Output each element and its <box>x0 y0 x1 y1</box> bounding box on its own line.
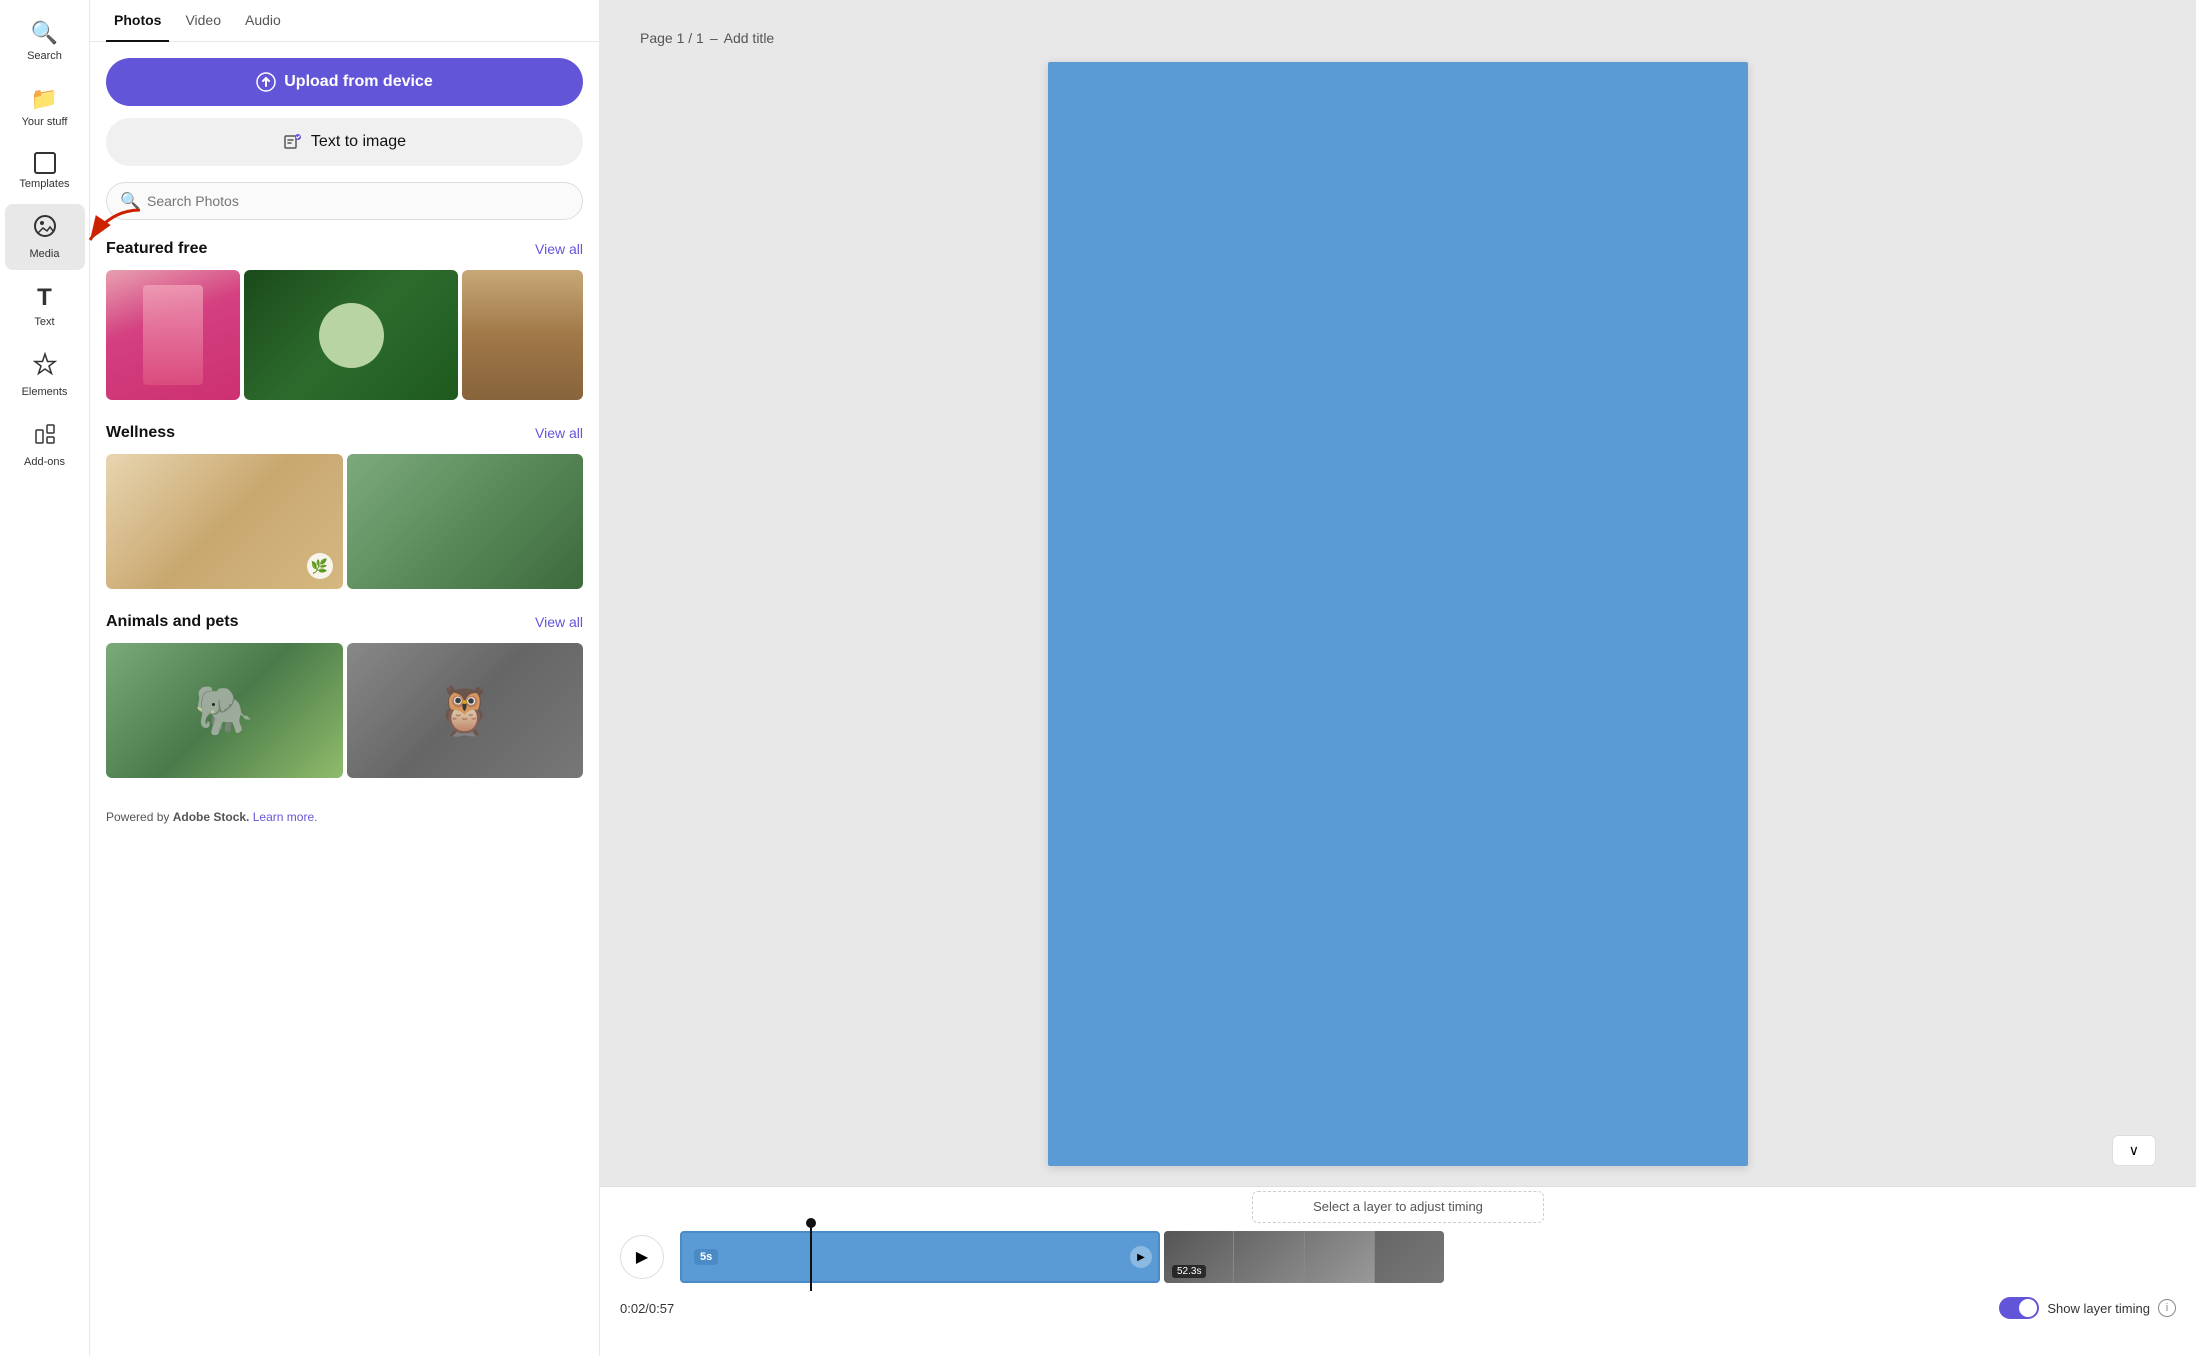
sidebar-item-media[interactable]: Media <box>5 204 85 270</box>
sidebar: 🔍 Search 📁 Your stuff Templates Media T … <box>0 0 90 1356</box>
timeline-controls: ▶ 5s ▶ <box>600 1223 2196 1291</box>
show-timing-label: Show layer timing <box>2047 1301 2150 1316</box>
photo-item[interactable]: 🌿 <box>106 454 343 589</box>
tab-photos[interactable]: Photos <box>106 0 169 42</box>
photo-item[interactable] <box>244 270 458 400</box>
timeline-bottom: 0:02/0:57 Show layer timing i <box>600 1291 2196 1329</box>
timeline-area: Select a layer to adjust timing ▶ 5s ▶ <box>600 1186 2196 1356</box>
sidebar-item-elements[interactable]: Elements <box>5 342 85 408</box>
play-button[interactable]: ▶ <box>620 1235 664 1279</box>
animals-pets-view-all[interactable]: View all <box>535 614 583 630</box>
addons-icon <box>33 422 57 452</box>
show-timing-row: Show layer timing i <box>1999 1297 2176 1319</box>
page-label: Page 1 / 1 <box>640 30 704 46</box>
folder-icon: 📁 <box>31 86 58 112</box>
sidebar-item-label: Templates <box>19 178 69 190</box>
elements-icon <box>33 352 57 382</box>
templates-icon <box>34 152 56 174</box>
sidebar-item-label: Text <box>34 316 54 328</box>
wellness-header: Wellness View all <box>106 424 583 442</box>
powered-by: Powered by Adobe Stock. Learn more. <box>106 802 583 832</box>
play-icon: ▶ <box>636 1247 648 1267</box>
timeline-hint: Select a layer to adjust timing <box>1313 1199 1483 1214</box>
upload-from-device-button[interactable]: Upload from device <box>106 58 583 106</box>
animals-pets-title: Animals and pets <box>106 613 238 631</box>
timeline-clip-2[interactable]: 52.3s <box>1164 1231 1444 1283</box>
animals-pets-grid: 🐘 🦉 <box>106 643 583 778</box>
sidebar-item-label: Your stuff <box>22 116 68 128</box>
separator: – <box>710 30 718 46</box>
canvas-area: Page 1 / 1 – Add title ∨ <box>600 0 2196 1186</box>
media-icon <box>33 214 57 244</box>
animals-pets-header: Animals and pets View all <box>106 613 583 631</box>
clip-expand-button[interactable]: ▶ <box>1130 1246 1152 1268</box>
sidebar-item-label: Media <box>30 248 60 260</box>
canvas-frame <box>1048 62 1748 1166</box>
sidebar-item-templates[interactable]: Templates <box>5 142 85 200</box>
featured-free-header: Featured free View all <box>106 240 583 258</box>
time-display: 0:02/0:57 <box>620 1301 674 1316</box>
info-icon[interactable]: i <box>2158 1299 2176 1317</box>
wellness-view-all[interactable]: View all <box>535 425 583 441</box>
search-input[interactable] <box>106 182 583 220</box>
playhead-top <box>806 1218 816 1228</box>
text-icon: T <box>37 284 52 312</box>
panel-content: Upload from device Text to image 🔍 Featu… <box>90 42 599 1356</box>
collapse-icon: ∨ <box>2129 1142 2139 1158</box>
search-icon: 🔍 <box>31 20 58 46</box>
timeline-playhead <box>810 1223 812 1291</box>
photo-item[interactable] <box>106 270 240 400</box>
add-title[interactable]: Add title <box>724 30 775 46</box>
wellness-grid: 🌿 <box>106 454 583 589</box>
featured-free-view-all[interactable]: View all <box>535 241 583 257</box>
show-timing-toggle[interactable] <box>1999 1297 2039 1319</box>
ai-icon <box>283 132 303 152</box>
search-icon: 🔍 <box>120 191 140 211</box>
collapse-btn-container: ∨ <box>2112 1135 2156 1166</box>
page-title-bar: Page 1 / 1 – Add title <box>640 30 2156 46</box>
upload-icon <box>256 72 276 92</box>
clip2-thumbnails <box>1164 1231 1444 1283</box>
search-container: 🔍 <box>106 182 583 220</box>
sidebar-item-search[interactable]: 🔍 Search <box>5 10 85 72</box>
photo-item[interactable] <box>462 270 583 400</box>
collapse-button[interactable]: ∨ <box>2112 1135 2156 1166</box>
wellness-title: Wellness <box>106 424 175 442</box>
tab-audio[interactable]: Audio <box>237 0 289 42</box>
photo-item[interactable] <box>347 454 584 589</box>
featured-free-grid <box>106 270 583 400</box>
photo-item[interactable]: 🐘 <box>106 643 343 778</box>
panel-tabs: Photos Video Audio <box>90 0 599 42</box>
main-area: Page 1 / 1 – Add title ∨ Select a layer … <box>600 0 2196 1356</box>
tab-video[interactable]: Video <box>177 0 229 42</box>
clip2-duration: 52.3s <box>1172 1265 1206 1278</box>
sidebar-item-your-stuff[interactable]: 📁 Your stuff <box>5 76 85 138</box>
sidebar-item-addons[interactable]: Add-ons <box>5 412 85 478</box>
timeline-clip-1[interactable]: 5s ▶ <box>680 1231 1160 1283</box>
sidebar-item-label: Search <box>27 50 62 62</box>
clip1-duration: 5s <box>694 1249 718 1265</box>
toggle-knob <box>2019 1299 2037 1317</box>
sidebar-item-text[interactable]: T Text <box>5 274 85 338</box>
featured-free-title: Featured free <box>106 240 207 258</box>
sidebar-item-label: Add-ons <box>24 456 65 468</box>
learn-more-link[interactable]: Learn more. <box>253 810 318 824</box>
text-to-image-button[interactable]: Text to image <box>106 118 583 166</box>
timeline-track: 5s ▶ 52.3s <box>680 1231 2176 1283</box>
media-panel: Photos Video Audio Upload from device <box>90 0 600 1356</box>
photo-item[interactable]: 🦉 <box>347 643 584 778</box>
sidebar-item-label: Elements <box>22 386 68 398</box>
